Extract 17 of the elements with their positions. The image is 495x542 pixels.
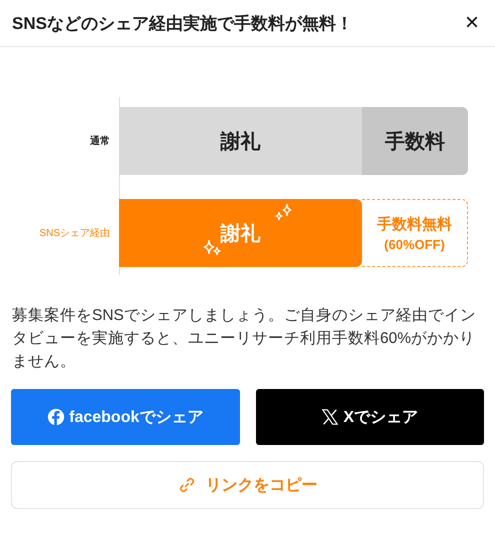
facebook-icon [47, 408, 66, 426]
reward-segment: 謝礼 [119, 107, 362, 175]
fee-text: 手数料無料 [377, 214, 452, 234]
link-icon [178, 476, 196, 494]
description-text: 募集案件をSNSでシェアしましょう。ご自身のシェア経由でインタビューを実施すると、ユニーリサーチ利用手数料60%がかかりません。 [12, 306, 477, 372]
x-logo-icon [321, 408, 340, 426]
fee-segment: 手数料 [362, 107, 468, 175]
reward-text: 謝礼 [220, 222, 260, 246]
facebook-share-button[interactable]: facebookでシェア [11, 389, 240, 445]
dialog-title: SNSなどのシェア経由実施で手数料が無料！ [12, 12, 353, 34]
row-label: 通常 [89, 134, 111, 148]
close-button[interactable]: × [460, 9, 483, 37]
fee-text: (60%OFF) [384, 236, 445, 252]
sparkle-icon [202, 237, 222, 257]
x-share-button[interactable]: Xでシェア [256, 389, 484, 445]
sparkle-icon [274, 202, 294, 222]
row-label: SNSシェア経由 [38, 226, 111, 240]
